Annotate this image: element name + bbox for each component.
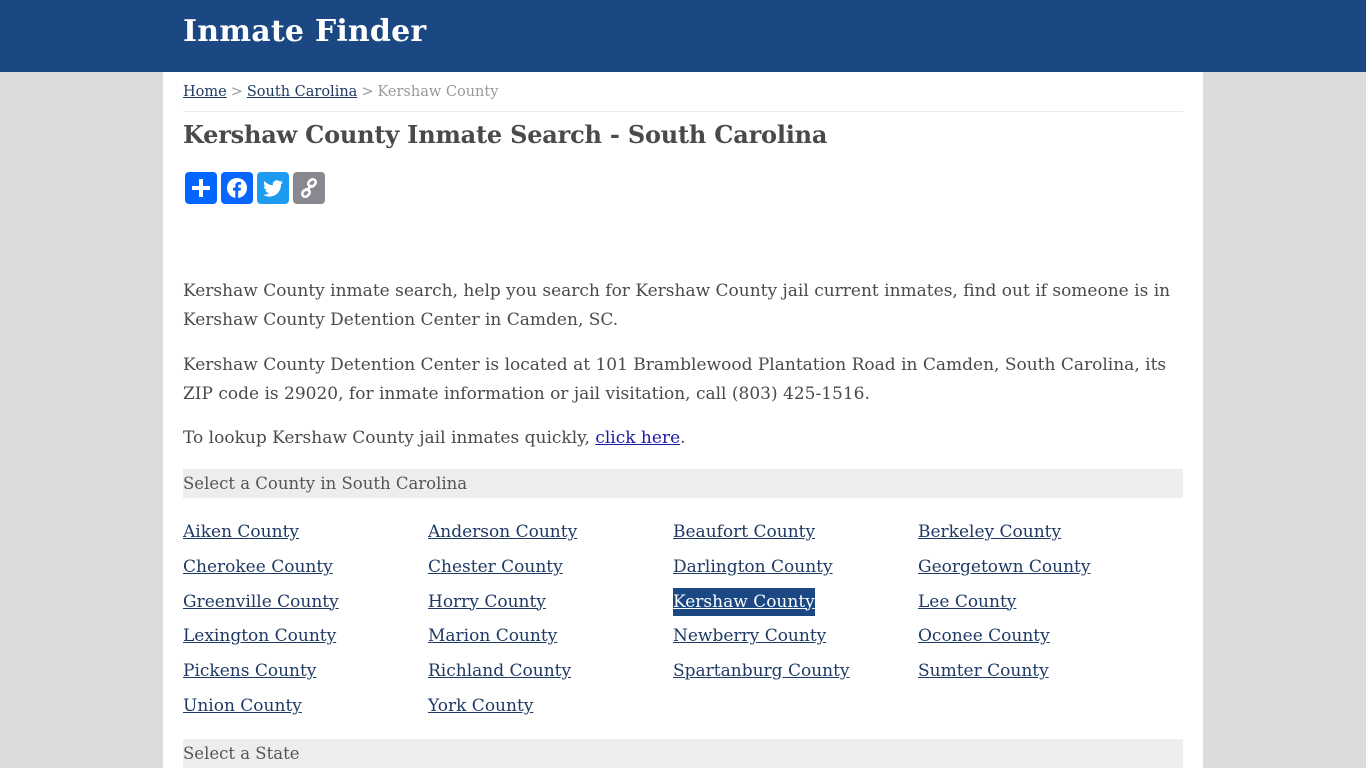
county-list: Aiken County Anderson County Beaufort Coun… [183, 518, 1183, 727]
county-link[interactable]: Richland County [428, 657, 571, 685]
breadcrumb-state[interactable]: South Carolina [247, 84, 357, 100]
breadcrumb-current: Kershaw County [377, 84, 499, 100]
lookup-paragraph: To lookup Kershaw County jail inmates qu… [183, 424, 1193, 453]
lookup-suffix: . [680, 428, 686, 448]
lookup-text: To lookup Kershaw County jail inmates qu… [183, 428, 596, 448]
county-link[interactable]: Oconee County [918, 622, 1050, 650]
copy-link-button[interactable] [293, 172, 325, 204]
location-paragraph: Kershaw County Detention Center is locat… [183, 355, 1167, 404]
facebook-share-button[interactable] [221, 172, 253, 204]
main-content: Home > South Carolina > Kershaw County Kersh… [163, 72, 1203, 768]
county-link[interactable]: Beaufort County [673, 518, 815, 546]
county-link[interactable]: Lee County [918, 588, 1016, 616]
county-link[interactable]: Newberry County [673, 622, 826, 650]
county-section-heading: Select a County in South Carolina [183, 469, 1183, 498]
county-link[interactable]: Pickens County [183, 657, 316, 685]
twitter-share-button[interactable] [257, 172, 289, 204]
twitter-icon [263, 180, 283, 197]
plus-icon [192, 179, 210, 197]
breadcrumb-home[interactable]: Home [183, 84, 227, 100]
county-link[interactable]: Chester County [428, 553, 563, 581]
share-button[interactable] [185, 172, 217, 204]
county-link[interactable]: Cherokee County [183, 553, 333, 581]
county-link[interactable]: Union County [183, 692, 302, 720]
link-icon [300, 177, 318, 199]
county-link[interactable]: Berkeley County [918, 518, 1061, 546]
breadcrumb-separator: > [230, 84, 243, 100]
site-title-link[interactable]: Inmate Finder [183, 14, 426, 49]
county-link[interactable]: Anderson County [428, 518, 577, 546]
state-section-heading: Select a State [183, 739, 1183, 768]
share-bar [185, 172, 325, 204]
county-link[interactable]: Lexington County [183, 622, 336, 650]
county-link[interactable]: York County [428, 692, 533, 720]
county-link[interactable]: Aiken County [183, 518, 299, 546]
county-link[interactable]: Darlington County [673, 553, 833, 581]
county-link[interactable]: Spartanburg County [673, 657, 850, 685]
site-header: Inmate Finder [0, 0, 1366, 72]
breadcrumb: Home > South Carolina > Kershaw County [183, 84, 1183, 112]
click-here-link[interactable]: click here [595, 428, 680, 448]
county-link[interactable]: Greenville County [183, 588, 339, 616]
county-link[interactable]: Marion County [428, 622, 557, 650]
county-link[interactable]: Sumter County [918, 657, 1049, 685]
county-link[interactable]: Georgetown County [918, 553, 1091, 581]
breadcrumb-separator: > [361, 84, 374, 100]
intro-paragraph: Kershaw County inmate search, help you s… [183, 281, 1171, 330]
county-link[interactable]: Kershaw County [673, 587, 815, 616]
facebook-icon [227, 178, 247, 198]
county-link[interactable]: Horry County [428, 588, 546, 616]
page-title: Kershaw County Inmate Search - South Car… [183, 120, 828, 149]
